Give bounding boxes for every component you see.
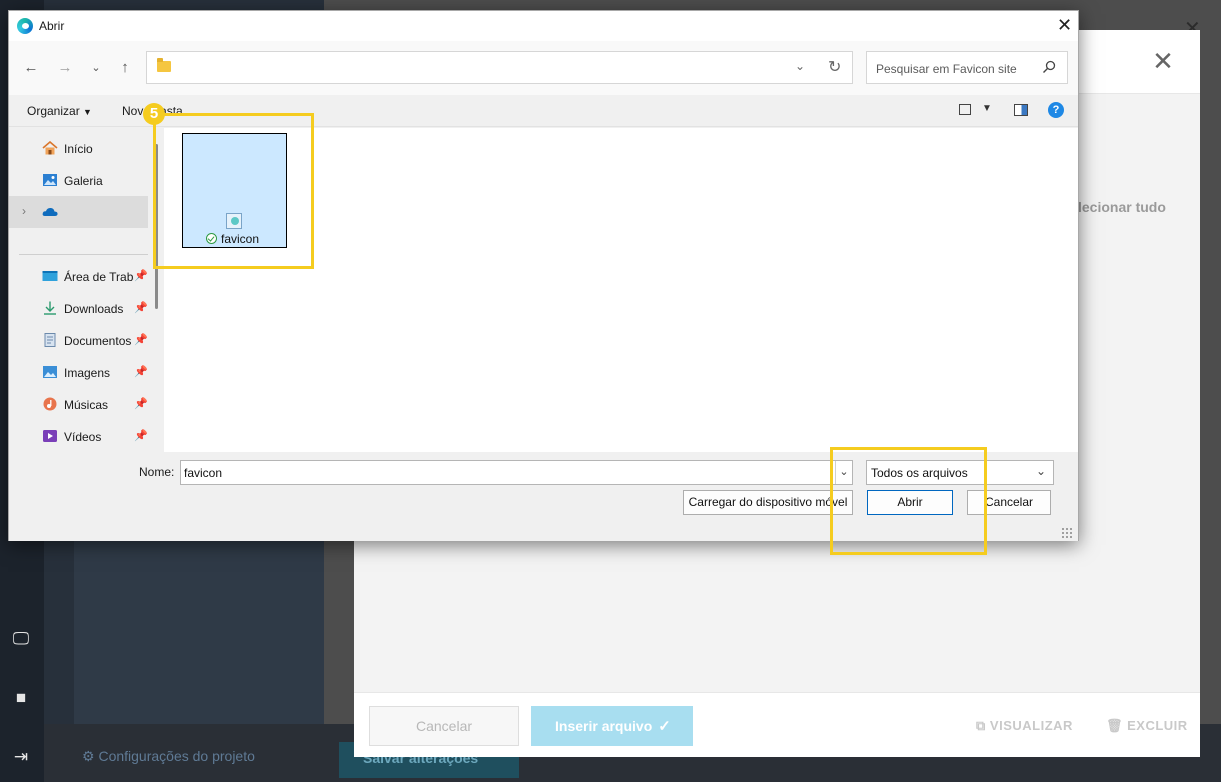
sidebar-item-documents[interactable]: Documentos 📌 [9, 324, 148, 356]
sidebar-divider [19, 254, 148, 255]
sidebar-item-videos[interactable]: Vídeos 📌 [9, 420, 148, 452]
sidebar-item-label: Documentos [64, 334, 132, 348]
highlight-box-open [830, 447, 987, 555]
resize-grip[interactable] [1061, 527, 1073, 539]
delete-button[interactable]: 🗑 EXCLUIR [1106, 718, 1188, 734]
sidebar-item-gallery[interactable]: Galeria [9, 164, 148, 196]
sidebar-item-label: Início [64, 142, 93, 156]
onedrive-cloud-icon [42, 207, 58, 216]
help-icon[interactable]: ? [1048, 102, 1064, 118]
search-placeholder: Pesquisar em Favicon site [876, 62, 1017, 76]
insert-file-button[interactable]: Inserir arquivo ✓ [531, 706, 693, 746]
step-badge: 5 [143, 103, 165, 125]
videos-icon [43, 430, 57, 442]
monitor-icon[interactable]: 🖵 [10, 628, 32, 650]
folder-icon [157, 58, 171, 72]
insert-file-label: Inserir arquivo [555, 718, 653, 734]
forward-arrow-icon[interactable]: → [55, 59, 75, 76]
navigation-pane: Início Galeria › Área de Trabalho 📌 Down… [9, 128, 159, 452]
back-arrow-icon[interactable]: ← [21, 59, 41, 76]
chevron-down-icon: ▼ [83, 107, 92, 117]
sidebar-item-music[interactable]: Músicas 📌 [9, 388, 148, 420]
pictures-icon [43, 366, 57, 378]
music-icon [43, 397, 57, 411]
desktop-icon [42, 271, 58, 281]
sidebar-item-pictures[interactable]: Imagens 📌 [9, 356, 148, 388]
preview-button[interactable]: ⧉ VISUALIZAR [976, 718, 1073, 734]
refresh-icon[interactable]: ↻ [828, 57, 841, 77]
download-icon [44, 301, 56, 315]
check-circle-icon: ✓ [658, 718, 671, 735]
recent-locations-chevron-icon[interactable]: ⌄ [86, 61, 106, 74]
search-icon [1043, 60, 1056, 73]
highlight-box-file [153, 113, 314, 269]
sidebar-item-home[interactable]: Início [9, 132, 148, 164]
dialog-title-bar: Abrir ✕ [9, 11, 1078, 41]
address-bar[interactable]: ⌄ ↻ [146, 51, 853, 84]
pin-icon[interactable]: 📌 [134, 397, 148, 410]
sidebar-item-label: Vídeos [64, 430, 102, 444]
pin-icon[interactable]: 📌 [134, 333, 148, 346]
file-name-input[interactable] [180, 460, 853, 485]
search-box[interactable]: Pesquisar em Favicon site [866, 51, 1068, 84]
chevron-down-icon: ⌄ [1036, 464, 1047, 478]
pin-icon[interactable]: 📌 [134, 429, 148, 442]
dialog-title: Abrir [39, 19, 65, 33]
modal-cancel-button[interactable]: Cancelar [369, 706, 519, 746]
up-arrow-icon[interactable]: ↑ [115, 59, 135, 76]
sidebar-item-label: Downloads [64, 302, 124, 316]
edge-logo-icon [17, 18, 33, 34]
select-all-link[interactable]: lecionar tudo [1078, 199, 1166, 215]
file-name-label: Nome: [139, 465, 175, 479]
home-icon [42, 141, 58, 155]
organize-menu[interactable]: Organizar ▼ [27, 104, 92, 118]
view-mode-icon[interactable] [959, 104, 971, 115]
modal-close-icon[interactable]: ✕ [1150, 48, 1176, 74]
note-icon[interactable]: ■ [10, 687, 32, 709]
project-config-link[interactable]: ⚙ Configurações do projeto [82, 748, 255, 765]
pin-icon[interactable]: 📌 [134, 301, 148, 314]
pin-icon[interactable]: 📌 [134, 365, 148, 378]
sidebar-item-label: Galeria [64, 174, 103, 188]
gallery-icon [43, 174, 57, 186]
exit-icon[interactable]: ⇥ [10, 746, 32, 768]
sidebar-item-desktop[interactable]: Área de Trabalho 📌 [9, 260, 148, 292]
upload-from-mobile-button[interactable]: Carregar do dispositivo móvel [683, 490, 853, 515]
sidebar-item-onedrive[interactable]: › [9, 196, 148, 228]
expand-chevron-icon[interactable]: › [22, 204, 26, 218]
navigation-bar: ← → ⌄ ↑ ⌄ ↻ Pesquisar em Favicon site [9, 41, 1078, 95]
address-dropdown-icon[interactable]: ⌄ [795, 59, 805, 73]
view-mode-chevron-icon[interactable]: ▼ [982, 103, 992, 114]
preview-pane-icon[interactable] [1014, 104, 1028, 116]
sidebar-item-label: Área de Trabalho [64, 270, 134, 284]
sidebar-item-label: Imagens [64, 366, 111, 380]
modal-footer: Cancelar Inserir arquivo ✓ ⧉ VISUALIZAR 🗑… [354, 692, 1200, 757]
documents-icon [44, 333, 56, 347]
pin-icon[interactable]: 📌 [134, 269, 148, 282]
dialog-close-icon[interactable]: ✕ [1057, 15, 1072, 36]
sidebar-item-label: Músicas [64, 398, 109, 412]
sidebar-item-downloads[interactable]: Downloads 📌 [9, 292, 148, 324]
